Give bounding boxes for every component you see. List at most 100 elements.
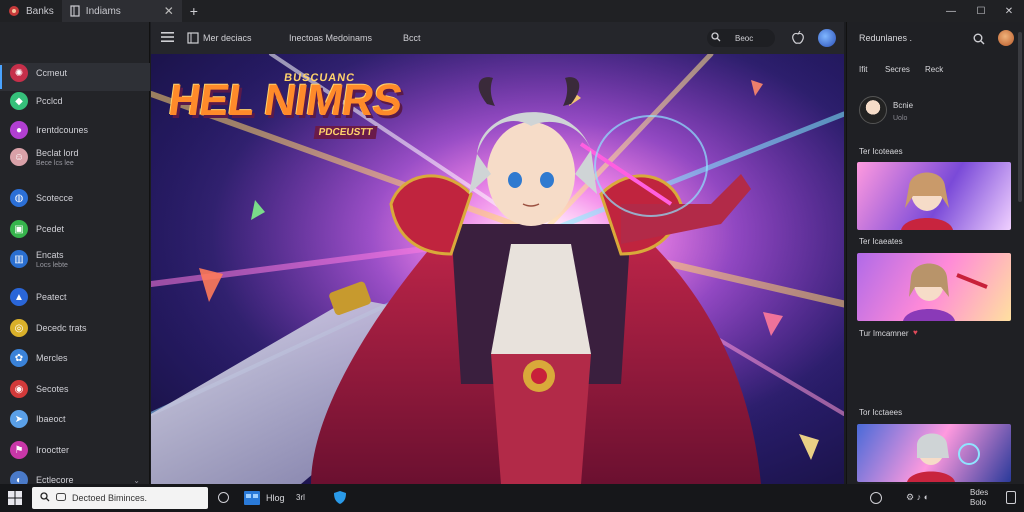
- maximize-icon[interactable]: ☐: [966, 0, 996, 22]
- sidebar-item[interactable]: ◎ Decedc trats: [0, 317, 150, 339]
- sidebar-item[interactable]: ▲ Peatect: [0, 286, 150, 308]
- sidebar-item[interactable]: ➤ Ibaeoct: [0, 408, 150, 430]
- chart-icon: ▥: [10, 250, 28, 268]
- sidebar-item[interactable]: ◉ Secotes: [0, 378, 150, 400]
- card-thumbnail[interactable]: [857, 253, 1011, 321]
- network-icon[interactable]: [870, 492, 882, 504]
- logo-sub-text: PDCEUSTT: [313, 126, 378, 139]
- hero-artwork: BUSCUANC HEL NIMRS PDCEUSTT: [151, 54, 844, 484]
- tab-strip: Banks Indiams ✕ + — ☐ ✕: [0, 0, 1024, 22]
- new-tab-button[interactable]: +: [182, 0, 206, 22]
- shield-icon: ▲: [10, 288, 28, 306]
- sidebar-item-text: Ibaeoct: [36, 414, 66, 424]
- orb-icon: ●: [10, 121, 28, 139]
- tray-clock[interactable]: Bdes Bolo: [970, 488, 988, 508]
- clock-line: Bdes: [970, 488, 989, 497]
- sidebar-item-label: Decedc trats: [36, 323, 87, 333]
- sidebar-item-text: Beclat lord Bece lcs lee: [36, 148, 79, 167]
- ring-icon: ◎: [10, 319, 28, 337]
- user-avatar[interactable]: [998, 30, 1014, 46]
- card-thumbnail[interactable]: [857, 162, 1011, 230]
- toolbar-item[interactable]: Inectoas Medoinams: [289, 33, 372, 43]
- folder-icon: [70, 5, 80, 17]
- search-icon[interactable]: [973, 32, 985, 50]
- panel-tab[interactable]: Ifit: [859, 65, 867, 74]
- card-caption: Ter Icoteaes: [859, 147, 903, 156]
- taskbar-app-label[interactable]: Hlog: [266, 493, 285, 503]
- sidebar-item[interactable]: ⚑ Irooctter: [0, 439, 150, 461]
- sidebar-item-text: Scotecce: [36, 193, 73, 203]
- sidebar-item-text: Decedc trats: [36, 323, 87, 333]
- panel-tab[interactable]: Reck: [925, 65, 943, 74]
- hamburger-icon[interactable]: [161, 31, 174, 45]
- toolbar-item[interactable]: Mer deciacs: [203, 33, 252, 43]
- taskbar-search[interactable]: Dectoed Biminces.: [32, 487, 208, 509]
- panel-tab[interactable]: Secres: [885, 65, 910, 74]
- sidebar-item[interactable]: ☺ Beclat lord Bece lcs lee: [0, 146, 150, 168]
- file-explorer-icon[interactable]: [244, 491, 260, 510]
- heart-icon: ♥: [913, 328, 918, 337]
- search-box[interactable]: Beoc: [707, 29, 775, 47]
- pinwheel-icon: ✺: [10, 64, 28, 82]
- avatar-icon[interactable]: [818, 29, 836, 47]
- tab-label: Indiams: [85, 5, 121, 17]
- search-text: Beoc: [735, 33, 754, 43]
- sidebar-item-label: Mercles: [36, 353, 68, 363]
- scrollbar[interactable]: [1018, 32, 1022, 202]
- gem-icon: ◆: [10, 92, 28, 110]
- sidebar-item-text: Irooctter: [36, 445, 69, 455]
- close-icon[interactable]: ✕: [994, 0, 1024, 22]
- app-shield-icon[interactable]: [333, 490, 347, 510]
- sidebar-item-label: Irooctter: [36, 445, 70, 455]
- sidebar-item[interactable]: ◆ Pcclcd: [0, 90, 150, 112]
- apple-icon[interactable]: [791, 30, 805, 47]
- sidebar-item[interactable]: ▥ Encats Locs lebte: [0, 248, 150, 270]
- card-caption: Tor Icctaees: [859, 408, 903, 417]
- task-view-icon[interactable]: [218, 492, 229, 503]
- app-logo-icon: [8, 5, 20, 17]
- tab-indiams[interactable]: Indiams ✕: [61, 0, 182, 22]
- sidebar-item-label: Beclat lord: [36, 147, 79, 158]
- game-logo: BUSCUANC HEL NIMRS PDCEUSTT: [165, 72, 405, 139]
- windows-start-icon[interactable]: [8, 491, 22, 510]
- tab-banks[interactable]: Banks: [0, 0, 62, 22]
- right-panel: Redunlanes . Ifit Secres Reck Bcnie Uolo…: [846, 22, 1024, 484]
- tray-icons[interactable]: ⚙ ♪ ◐: [906, 492, 929, 503]
- sidebar-item-text: Mercles: [36, 353, 68, 363]
- sidebar-item-label: Pcedet: [36, 224, 65, 234]
- sidebar-item-text: Pcedet: [36, 224, 64, 234]
- sidebar-item-text: Encats Locs lebte: [36, 250, 68, 269]
- sidebar-item[interactable]: ✺ Ccmeut: [0, 62, 150, 84]
- sidebar-item-sub: Bece lcs lee: [36, 159, 74, 167]
- puzzle-icon: ▣: [10, 220, 28, 238]
- sidebar-item-label: Irentdcounes: [36, 125, 89, 135]
- chat-icon: [56, 492, 66, 504]
- card-thumbnail[interactable]: [857, 424, 1011, 482]
- close-tab-icon[interactable]: ✕: [164, 4, 174, 18]
- sidebar-item[interactable]: ▣ Pcedet: [0, 218, 150, 240]
- toolbar-item[interactable]: Bcct: [403, 33, 421, 43]
- colorwheel-icon: ✿: [10, 349, 28, 367]
- sidebar-item-label: Ccmeut: [36, 68, 68, 78]
- search-icon: [711, 32, 721, 44]
- search-icon: [40, 492, 50, 504]
- taskbar-search-text: Dectoed Biminces.: [72, 493, 148, 503]
- profile-avatar[interactable]: [859, 96, 887, 124]
- sidebar-item[interactable]: ✿ Mercles: [0, 347, 150, 369]
- main-toolbar: Mer deciacs Inectoas Medoinams Bcct Beoc: [151, 22, 844, 54]
- taskbar-app-label[interactable]: 3rl: [296, 493, 305, 502]
- sidebar-item-text: Secotes: [36, 384, 69, 394]
- profile-name: Bcnie: [893, 101, 914, 110]
- panel-title: Redunlanes .: [859, 33, 913, 43]
- sidebar-item[interactable]: ● Irentdcounes: [0, 119, 150, 141]
- minimize-icon[interactable]: —: [936, 0, 966, 22]
- sidebar-item-label: Secotes: [36, 384, 69, 394]
- notification-icon[interactable]: [1006, 491, 1016, 504]
- sidebar-item-label: Pcclcd: [36, 96, 63, 106]
- sidebar-item[interactable]: ◍ Scotecce: [0, 187, 150, 209]
- sidebar-item-text: Pcclcd: [36, 96, 63, 106]
- sidebar-item-label: Encats: [36, 249, 64, 260]
- sidebar-item-text: Ccmeut: [36, 68, 67, 78]
- globe-icon: ◍: [10, 189, 28, 207]
- sidebar-item-text: Peatect: [36, 292, 67, 302]
